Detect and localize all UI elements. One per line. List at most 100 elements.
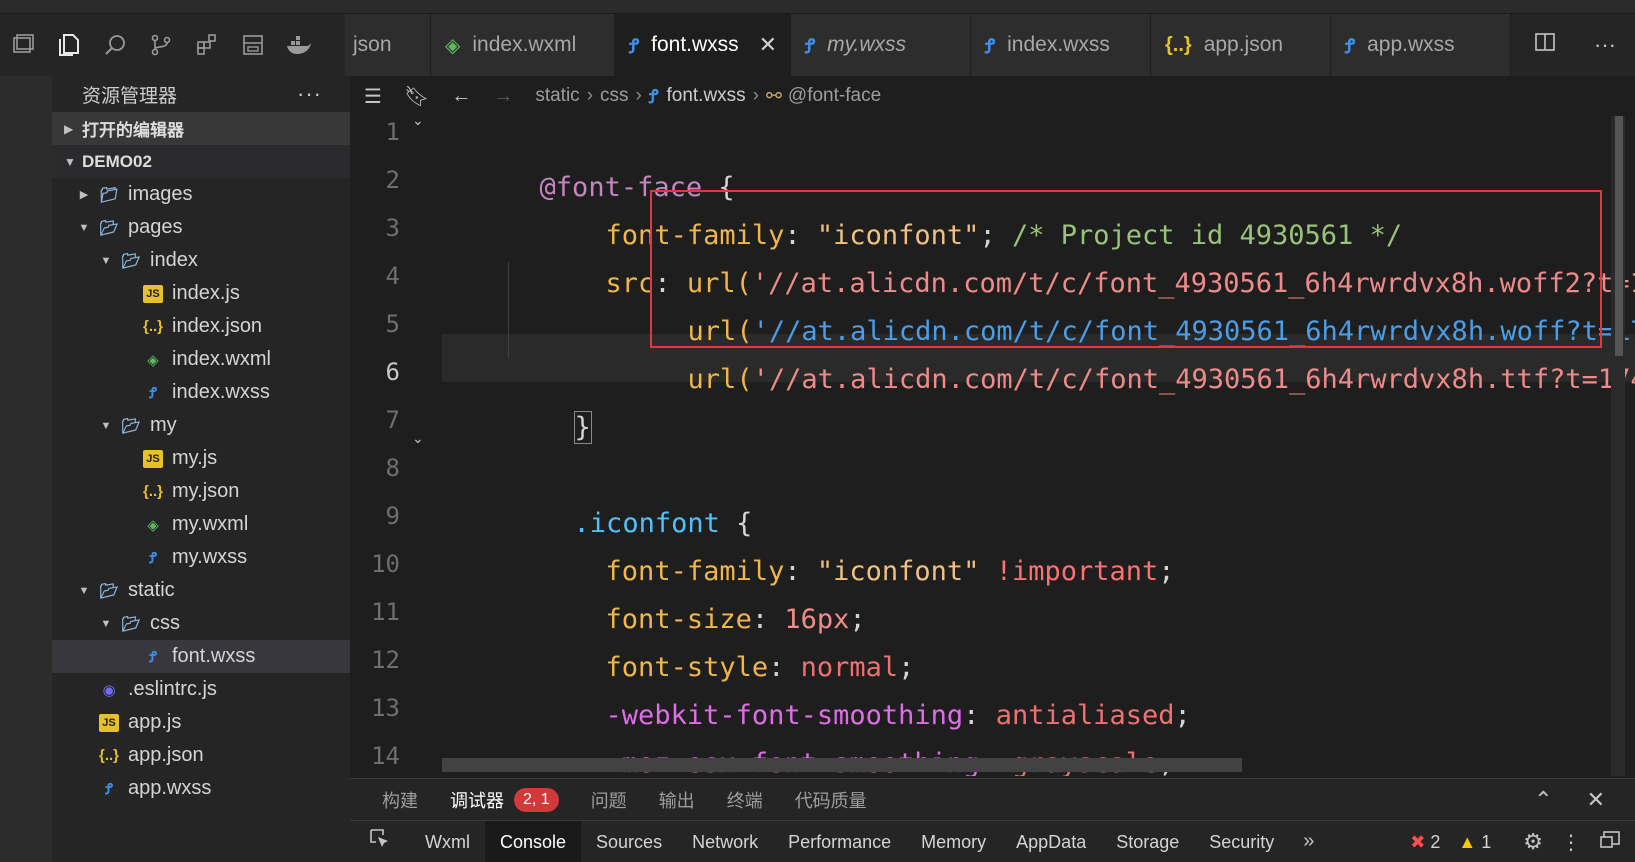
tree-item-label: app.js	[128, 711, 182, 733]
tab-label: app.json	[1203, 33, 1284, 56]
tab-app-wxss[interactable]: Ꝭ app.wxss	[1331, 14, 1511, 76]
tab-output[interactable]: 输出	[659, 787, 695, 813]
tree-item[interactable]: {..} my.json	[52, 475, 350, 508]
open-editors-section[interactable]: ▶ 打开的编辑器	[52, 112, 350, 145]
tab-storage[interactable]: Storage	[1101, 821, 1194, 862]
scrollbar-thumb[interactable]	[1615, 116, 1623, 356]
tree-item-label: app.json	[128, 744, 204, 766]
tree-item[interactable]: ◉ .eslintrc.js	[52, 673, 350, 706]
tab-label: 调试器	[450, 790, 504, 811]
tree-item[interactable]: ◈ my.wxml	[52, 508, 350, 541]
split-editor-icon[interactable]	[1534, 31, 1556, 59]
files-icon[interactable]	[46, 22, 92, 68]
tab-json[interactable]: json	[345, 14, 431, 76]
tab-security[interactable]: Security	[1194, 821, 1289, 862]
tree-item[interactable]: ▼ 📂︎ pages	[52, 211, 350, 244]
breadcrumb-item[interactable]: font.wxss	[666, 85, 745, 107]
tree-item[interactable]: {..} app.json	[52, 739, 350, 772]
tree-item[interactable]: ◈ index.wxml	[52, 343, 350, 376]
panel-tabs: 构建 调试器 2, 1 问题 输出 终端 代码质量 ⌃ ✕	[350, 778, 1635, 820]
tree-item-label: static	[128, 579, 175, 601]
tab-my-wxss[interactable]: Ꝭ my.wxss	[791, 14, 971, 76]
search-icon[interactable]	[92, 22, 138, 68]
more-tabs-icon[interactable]: »	[1303, 830, 1314, 853]
wxss-file-icon: Ꝭ	[149, 549, 157, 567]
tab-problems[interactable]: 问题	[591, 787, 627, 813]
panel-toggle-icon[interactable]	[0, 22, 46, 68]
tree-item-label: my.json	[172, 480, 240, 502]
tree-item[interactable]: Ꝭmy.wxss	[52, 541, 350, 574]
tree-item[interactable]: ▼ 📂︎ css	[52, 607, 350, 640]
bookmark-icon[interactable]: 🔖︎	[404, 84, 429, 109]
tree-item[interactable]: Ꝭindex.wxss	[52, 376, 350, 409]
source-control-icon[interactable]	[138, 22, 184, 68]
warning-count[interactable]: ▲ 1	[1458, 832, 1491, 853]
tab-performance[interactable]: Performance	[773, 821, 906, 862]
extensions-icon[interactable]	[184, 22, 230, 68]
gear-icon[interactable]: ⚙	[1523, 829, 1543, 855]
toolbar	[0, 14, 355, 76]
docker-icon[interactable]	[276, 22, 322, 68]
tree-item[interactable]: ▶ 📁︎ images	[52, 178, 350, 211]
code-line-1: @font-face {	[442, 116, 735, 203]
tree-item[interactable]: ▼ 📂︎ static	[52, 574, 350, 607]
project-section[interactable]: ▼ DEMO02	[52, 145, 350, 178]
vertical-scrollbar[interactable]	[1611, 116, 1625, 776]
list-icon[interactable]: ☰	[364, 84, 382, 109]
more-actions-icon[interactable]: ···	[1594, 32, 1616, 58]
menu-strip	[0, 0, 1635, 14]
chevron-up-icon[interactable]: ⌃	[1534, 787, 1552, 813]
chevron-down-icon: ▼	[100, 254, 112, 267]
line-number: 10	[371, 550, 400, 578]
error-count[interactable]: ✖ 2	[1410, 832, 1440, 853]
tab-app-json[interactable]: {..} app.json	[1151, 14, 1331, 76]
code-editor[interactable]: 1 2 3 4 5 6 7 8 9 10 11 12 13 14 ⌄ ⌄ @fo…	[350, 116, 1635, 776]
tree-item[interactable]: JS app.js	[52, 706, 350, 739]
tab-build[interactable]: 构建	[382, 787, 418, 813]
tab-code-quality[interactable]: 代码质量	[795, 787, 867, 813]
tree-item[interactable]: ▼ 📂︎ index	[52, 244, 350, 277]
tab-console[interactable]: Console	[484, 820, 582, 862]
close-icon[interactable]: ✕	[1587, 787, 1605, 813]
tree-item[interactable]: Ꝭapp.wxss	[52, 772, 350, 805]
code-line-8: .iconfont {	[476, 452, 753, 539]
tab-appdata[interactable]: AppData	[1001, 821, 1101, 862]
tree-item[interactable]: {..} index.json	[52, 310, 350, 343]
inspect-element-icon[interactable]	[350, 828, 410, 856]
code-token: url(	[687, 364, 753, 395]
fold-chevron-icon[interactable]: ⌄	[412, 430, 424, 447]
folder-open-icon: 📂︎	[121, 252, 141, 270]
horizontal-scrollbar[interactable]	[442, 758, 1242, 772]
back-arrow-icon[interactable]: ←	[451, 85, 471, 108]
tree-item[interactable]: ▼ 📂︎ my	[52, 409, 350, 442]
code-line-12: -webkit-font-smoothing: antialiased;	[508, 644, 1191, 731]
tree-item[interactable]: JS index.js	[52, 277, 350, 310]
dock-icon[interactable]	[1599, 830, 1621, 855]
tab-network[interactable]: Network	[677, 821, 773, 862]
explorer-more-icon[interactable]: ···	[297, 81, 322, 107]
tab-sources[interactable]: Sources	[581, 821, 677, 862]
breadcrumb-item[interactable]: static	[535, 85, 579, 107]
tree-item[interactable]: JS my.js	[52, 442, 350, 475]
fold-chevron-icon[interactable]: ⌄	[412, 116, 424, 129]
json-file-icon: {..}	[98, 747, 119, 764]
tab-terminal[interactable]: 终端	[727, 787, 763, 813]
code-line-11: font-style: normal;	[508, 596, 915, 683]
layout-icon[interactable]	[230, 22, 276, 68]
tab-debugger[interactable]: 调试器 2, 1	[450, 787, 559, 813]
forward-arrow-icon[interactable]: →	[493, 85, 513, 108]
tab-index-wxml[interactable]: ◈ index.wxml	[431, 14, 615, 76]
tab-wxml[interactable]: Wxml	[410, 821, 485, 862]
tab-memory[interactable]: Memory	[906, 821, 1001, 862]
tab-index-wxss[interactable]: Ꝭ index.wxss	[971, 14, 1151, 76]
tab-font-wxss[interactable]: Ꝭ font.wxss ✕	[615, 14, 791, 76]
kebab-menu-icon[interactable]: ⋮	[1561, 830, 1581, 855]
breadcrumb-item[interactable]: @font-face	[788, 85, 881, 107]
close-icon[interactable]: ✕	[759, 32, 777, 58]
folder-open-icon: 📂︎	[99, 219, 119, 237]
tree-item[interactable]: Ꝭfont.wxss	[52, 640, 350, 673]
chevron-down-icon: ▼	[100, 419, 112, 432]
line-number: 12	[371, 646, 400, 674]
breadcrumb-item[interactable]: css	[600, 85, 629, 107]
wxss-file-icon: Ꝭ	[149, 648, 157, 666]
